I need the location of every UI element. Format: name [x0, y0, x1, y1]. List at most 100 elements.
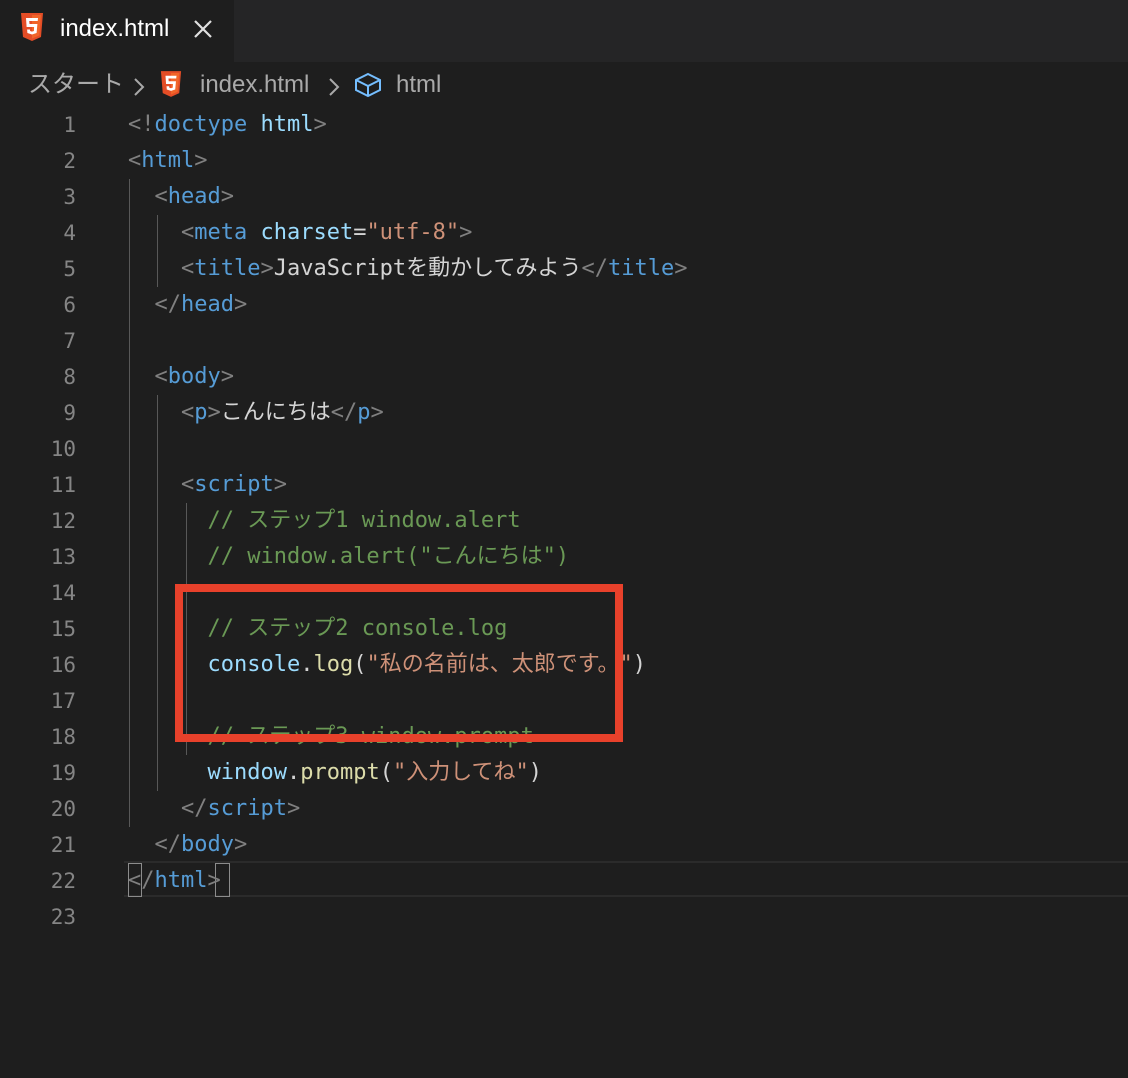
code-line[interactable]: // window.alert("こんにちは")	[128, 539, 569, 575]
code-line[interactable]: </script>	[128, 791, 300, 827]
code-token: </	[330, 400, 358, 425]
code-line[interactable]: <script>	[128, 467, 287, 503]
code-token: >	[286, 796, 301, 821]
code-token: (	[379, 760, 393, 785]
code-line[interactable]: <head>	[128, 179, 234, 215]
line-number: 9	[63, 401, 76, 425]
line-number: 12	[50, 509, 76, 533]
code-line[interactable]: <html>	[128, 143, 207, 179]
code-token: >	[260, 256, 274, 281]
code-token: >	[459, 220, 473, 245]
line-number: 18	[50, 725, 76, 749]
code-line[interactable]: <meta charset="utf-8">	[128, 215, 472, 251]
html5-icon	[20, 13, 44, 45]
code-line[interactable]: <p>こんにちは</p>	[128, 395, 384, 431]
line-number: 20	[50, 797, 76, 821]
breadcrumb-item-file[interactable]: index.html	[200, 70, 309, 100]
tab-bar: index.html	[0, 0, 1128, 62]
breadcrumb-item-start[interactable]: スタート	[28, 70, 124, 100]
code-token: <	[154, 364, 168, 389]
code-token: </	[128, 868, 155, 893]
code-line[interactable]: </body>	[128, 827, 248, 863]
code-token: >	[313, 112, 327, 137]
line-number: 8	[63, 365, 76, 389]
code-token: <	[180, 400, 195, 425]
code-line[interactable]: </head>	[128, 287, 248, 323]
code-token: </	[180, 796, 208, 821]
code-token: body	[181, 832, 234, 857]
code-token: script	[194, 472, 274, 497]
line-number: 16	[50, 653, 76, 677]
current-line-highlight	[124, 861, 1128, 897]
code-token: html	[141, 148, 195, 173]
code-token: >	[370, 400, 384, 425]
code-token: html	[154, 868, 208, 893]
code-token: <	[154, 184, 168, 209]
code-token: こんにちは	[220, 400, 331, 425]
code-token: )	[528, 760, 543, 785]
code-line[interactable]: <body>	[128, 359, 234, 395]
code-token: )	[632, 652, 646, 677]
code-token: p	[357, 400, 371, 425]
code-token: </	[154, 292, 182, 317]
code-token: </	[581, 256, 609, 281]
code-token: meta	[194, 220, 248, 245]
code-token: >	[233, 292, 248, 317]
line-number: 5	[63, 257, 76, 281]
cube-icon	[354, 72, 382, 105]
code-token: </	[154, 832, 182, 857]
line-number: 15	[50, 617, 76, 641]
code-token: >	[233, 832, 248, 857]
close-icon[interactable]	[192, 18, 214, 40]
code-line[interactable]: <title>JavaScriptを動かしてみよう</title>	[128, 251, 688, 287]
code-token: head	[167, 184, 221, 209]
code-token: charset	[260, 220, 354, 245]
code-token: prompt	[300, 760, 380, 785]
code-token: >	[220, 184, 234, 209]
chevron-right-icon	[328, 76, 340, 104]
code-line[interactable]: </html>	[128, 863, 221, 899]
breadcrumb: スタート index.html html	[0, 62, 1128, 108]
code-token: <	[180, 220, 195, 245]
code-token: >	[207, 400, 221, 425]
code-token: doctype	[154, 112, 248, 137]
code-token: >	[273, 472, 287, 497]
code-token: // window.alert("こんにちは")	[207, 544, 570, 569]
code-token: "入力してね"	[392, 760, 529, 785]
chevron-right-icon	[133, 76, 145, 104]
code-line[interactable]: // ステップ1 window.alert	[128, 503, 521, 539]
code-token: html	[260, 112, 314, 137]
code-token: <	[180, 256, 195, 281]
code-token: head	[181, 292, 234, 317]
code-line[interactable]: window.prompt("入力してね")	[128, 755, 542, 791]
line-number: 23	[50, 905, 76, 929]
code-token: <	[128, 148, 142, 173]
line-number: 10	[50, 437, 76, 461]
line-number: 14	[50, 581, 76, 605]
code-token: "utf-8"	[366, 220, 460, 245]
code-line[interactable]: <!doctype html>	[128, 107, 327, 143]
code-token: p	[194, 400, 208, 425]
code-token: script	[207, 796, 287, 821]
code-token: body	[167, 364, 221, 389]
code-token: title	[608, 256, 675, 281]
code-token: // ステップ1 window.alert	[207, 508, 521, 533]
code-token: window	[207, 760, 287, 785]
code-token: JavaScriptを動かしてみよう	[273, 256, 582, 281]
code-token: >	[207, 868, 221, 893]
line-number: 13	[50, 545, 76, 569]
line-number: 11	[50, 473, 76, 497]
line-number: 6	[63, 293, 76, 317]
tab-index-html[interactable]: index.html	[0, 0, 234, 62]
breadcrumb-item-element[interactable]: html	[396, 70, 441, 100]
code-token: >	[194, 148, 208, 173]
